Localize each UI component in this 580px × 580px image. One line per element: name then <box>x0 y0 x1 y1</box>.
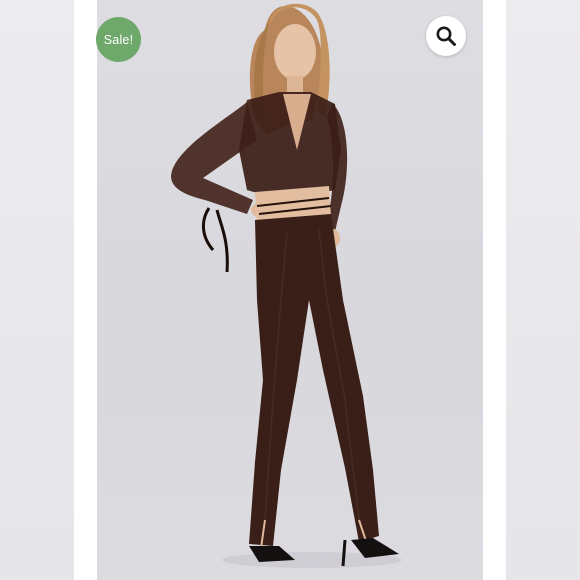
zoom-button[interactable] <box>426 16 466 56</box>
left-backdrop <box>0 0 74 580</box>
product-photo <box>171 3 402 568</box>
product-photo-panel[interactable] <box>97 0 483 580</box>
product-image-viewer: Sale! <box>0 0 580 580</box>
sale-badge: Sale! <box>96 17 141 62</box>
right-backdrop <box>506 0 580 580</box>
sale-badge-label: Sale! <box>103 32 134 47</box>
magnifier-icon <box>436 26 456 46</box>
